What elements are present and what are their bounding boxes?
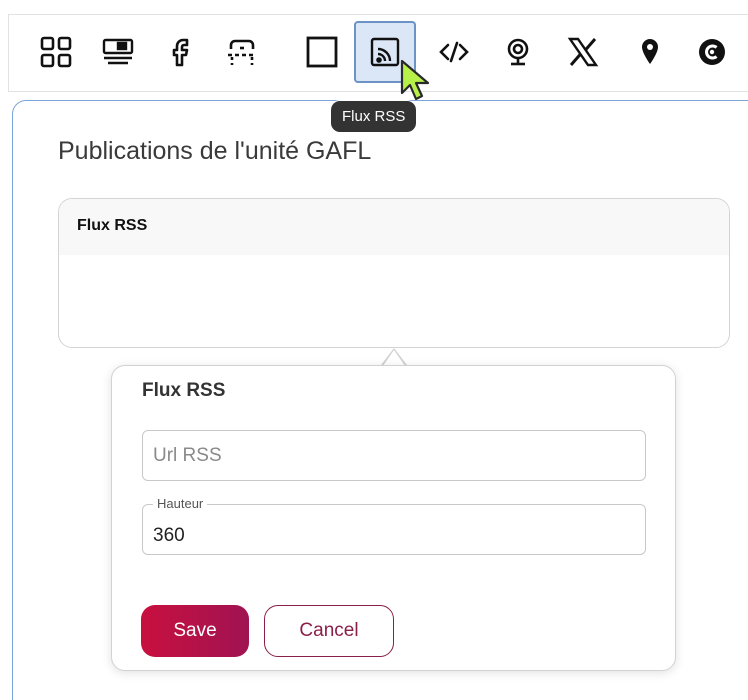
toolbar-button-frame[interactable] (211, 21, 273, 83)
toolbar-button-map[interactable] (619, 21, 681, 83)
webcam-icon (501, 35, 535, 69)
map-pin-icon (633, 35, 667, 69)
editor-stage: Flux RSS Publications de l'unité GAFL Fl… (0, 0, 748, 700)
rss-url-input[interactable] (143, 431, 645, 480)
circle-c-icon (695, 35, 729, 69)
save-button[interactable]: Save (141, 605, 249, 657)
rss-settings-popover: Flux RSS Hauteur Save Cancel (111, 365, 676, 671)
grid-icon (39, 35, 73, 69)
height-field[interactable]: Hauteur (142, 496, 646, 555)
cancel-button[interactable]: Cancel (264, 605, 394, 657)
toolbar-button-embed[interactable] (681, 21, 743, 83)
toolbar-button-facebook[interactable] (149, 21, 211, 83)
server-icon (101, 35, 135, 69)
popover-title: Flux RSS (142, 380, 226, 401)
height-input[interactable] (143, 505, 645, 554)
square-icon (305, 35, 339, 69)
rss-icon (368, 35, 402, 69)
toolbar-button-x[interactable] (552, 21, 614, 83)
rss-widget-title: Flux RSS (59, 199, 729, 255)
toolbar-button-display[interactable] (87, 21, 149, 83)
dashed-frame-icon (225, 35, 259, 69)
toolbar-button-block[interactable] (291, 21, 353, 83)
x-logo-icon (566, 35, 600, 69)
facebook-icon (163, 35, 197, 69)
code-icon (437, 35, 471, 69)
mouse-cursor-icon (399, 58, 433, 109)
widget-toolbar (8, 14, 748, 92)
page-title: Publications de l'unité GAFL (58, 137, 372, 165)
toolbar-button-grid[interactable] (25, 21, 87, 83)
rss-url-field[interactable] (142, 430, 646, 481)
popover-arrow-inner (383, 350, 405, 366)
toolbar-button-webcam[interactable] (487, 21, 549, 83)
rss-widget[interactable]: Flux RSS (58, 198, 730, 348)
